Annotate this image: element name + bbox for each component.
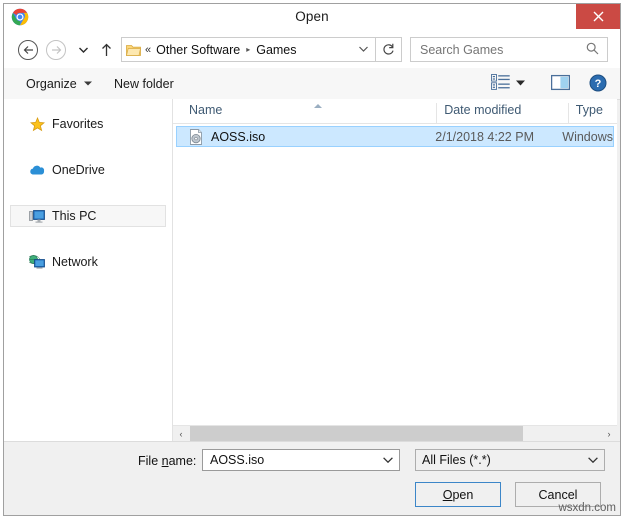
cloud-icon [29,162,45,178]
toolbar: Organize New folder ? [4,68,620,100]
table-row[interactable]: AOSS.iso 2/1/2018 4:22 PM Windows [176,126,614,147]
iso-disc-image-icon [188,128,204,145]
sidebar-item-network[interactable]: Network [10,251,166,273]
cancel-label: Cancel [538,487,578,502]
navigation-sidebar: Favorites OneDrive This PC Network [4,99,173,442]
file-name-label-post: ame: [168,454,197,468]
scrollbar-thumb[interactable] [190,426,523,442]
file-name-cell: AOSS.iso [211,129,266,144]
sidebar-item-label: This PC [52,209,97,223]
title-bar: Open [4,4,620,33]
open-file-dialog: Open « Other Software ▸ Games Search Gam… [3,3,621,516]
column-header-label: Type [575,103,603,117]
file-name-input[interactable] [208,452,377,468]
open-label-rest: pen [452,487,474,502]
open-button[interactable]: Open [415,482,501,507]
file-rows: AOSS.iso 2/1/2018 4:22 PM Windows [173,126,617,147]
sidebar-item-this-pc[interactable]: This PC [10,205,166,227]
file-type-filter-combobox[interactable]: All Files (*.*) [415,449,605,471]
preview-pane-icon[interactable] [550,74,571,92]
new-folder-label: New folder [114,76,174,91]
file-type-filter-value: All Files (*.*) [422,453,491,467]
file-name-chevron-down-icon[interactable] [383,455,393,466]
search-input[interactable] [418,41,580,58]
new-folder-button[interactable]: New folder [114,73,174,94]
sidebar-item-label: OneDrive [52,163,105,177]
column-header-label: Date modified [444,103,522,117]
navigation-bar: « Other Software ▸ Games [4,32,620,68]
back-arrow-icon[interactable] [18,40,38,60]
column-header-name[interactable]: Name [173,103,436,123]
scroll-left-arrow-icon[interactable]: ‹ [173,426,189,442]
refresh-icon[interactable] [376,37,402,62]
file-name-label-accel: n [161,454,169,468]
watermark: wsxdn.com [558,502,616,514]
window-title: Open [295,9,329,24]
open-label-accel: O [442,487,453,502]
star-icon [29,116,45,132]
breadcrumb-segment-other-software[interactable]: Other Software [156,43,240,57]
scroll-right-arrow-icon[interactable]: › [601,426,617,442]
computer-icon [29,208,45,224]
file-name-combobox[interactable] [202,449,400,471]
file-name-label-pre: File [138,454,162,468]
column-headers: Name Date modified Type [173,99,617,124]
dialog-footer: File name: All Files (*.*) Open Cancel w… [4,441,620,515]
view-chevron-down-icon[interactable] [516,79,525,88]
file-type-cell: Windows [562,129,613,144]
up-arrow-icon[interactable] [96,39,116,60]
file-type-filter-chevron-down-icon[interactable] [588,455,598,466]
column-header-type[interactable]: Type [567,103,617,123]
svg-text:?: ? [595,78,602,90]
sidebar-item-favorites[interactable]: Favorites [10,113,166,135]
list-view-icon[interactable] [491,74,511,93]
chevron-down-icon [83,79,92,88]
organize-button[interactable]: Organize [26,73,92,94]
file-name-label: File name: [138,454,196,468]
folder-icon [126,43,141,57]
network-icon [29,254,45,270]
help-icon[interactable]: ? [589,74,607,92]
file-date-cell: 2/1/2018 4:22 PM [435,129,534,144]
column-header-date-modified[interactable]: Date modified [436,103,568,123]
close-button[interactable] [576,4,620,29]
breadcrumb[interactable]: « Other Software ▸ Games [121,37,376,62]
file-list-pane: Name Date modified Type AOSS.iso 2/1/201… [173,99,617,442]
forward-arrow-icon [46,40,66,60]
search-icon[interactable] [586,42,599,58]
search-box[interactable] [410,37,608,62]
column-header-label: Name [189,103,223,117]
breadcrumb-leading-separator[interactable]: « [145,44,151,56]
breadcrumb-segment-games[interactable]: Games [256,43,296,57]
recent-locations-chevron-down-icon[interactable] [74,40,92,60]
sidebar-item-label: Favorites [52,117,104,131]
sort-ascending-icon [314,104,322,108]
sidebar-item-onedrive[interactable]: OneDrive [10,159,166,181]
horizontal-scrollbar[interactable]: ‹ › [173,425,617,442]
organize-label: Organize [26,76,77,91]
breadcrumb-chevron-down-icon[interactable] [359,44,368,55]
breadcrumb-separator-icon[interactable]: ▸ [246,45,250,54]
sidebar-item-label: Network [52,255,98,269]
